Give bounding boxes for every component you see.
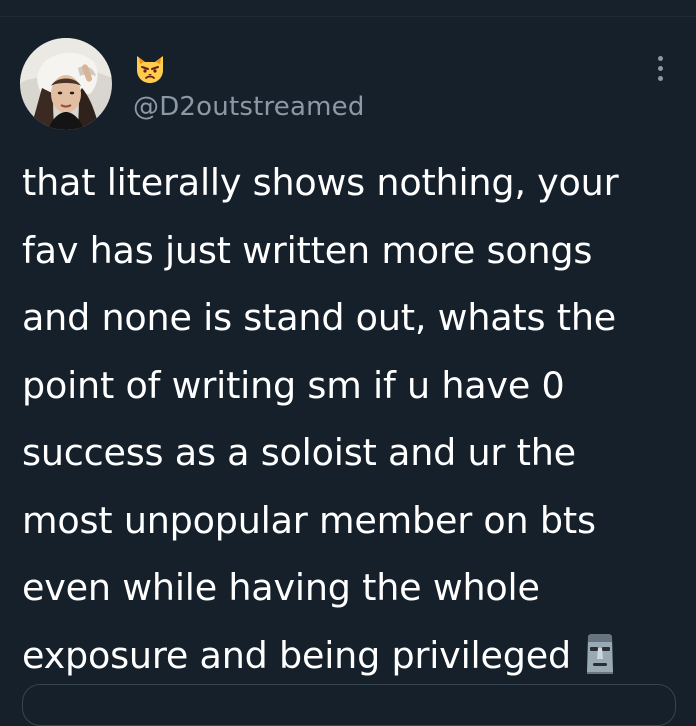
top-divider xyxy=(0,0,696,17)
embedded-card[interactable] xyxy=(22,684,676,726)
tweet-text-line: success as a soloist and ur the xyxy=(22,431,576,474)
tweet[interactable]: @D2outstreamed that literally shows noth… xyxy=(0,17,696,726)
tweet-text-line-last: exposure and being privileged xyxy=(22,622,672,690)
user-handle[interactable]: @D2outstreamed xyxy=(133,91,365,123)
moai-icon xyxy=(586,633,613,674)
tweet-text-line: point of writing sm if u have 0 xyxy=(22,363,565,407)
tweet-text-line: even while having the whole xyxy=(22,566,540,609)
more-options-icon[interactable] xyxy=(646,53,674,83)
tweet-text-line: that literally shows nothing, your xyxy=(22,161,619,204)
pouting-cat-icon xyxy=(137,56,163,83)
avatar[interactable] xyxy=(20,38,112,130)
more-dot xyxy=(657,55,663,61)
tweet-text-line: and none is stand out, whats the xyxy=(22,296,617,339)
tweet-text-line: fav has just written more songs xyxy=(22,228,593,272)
tweet-text-line-content: exposure and being privileged xyxy=(22,633,571,677)
more-dot xyxy=(657,75,663,81)
more-dot xyxy=(657,65,663,71)
tweet-text-line: most unpopular member on bts xyxy=(22,498,596,542)
tweet-text: that literally shows nothing, your fav h… xyxy=(22,149,672,689)
